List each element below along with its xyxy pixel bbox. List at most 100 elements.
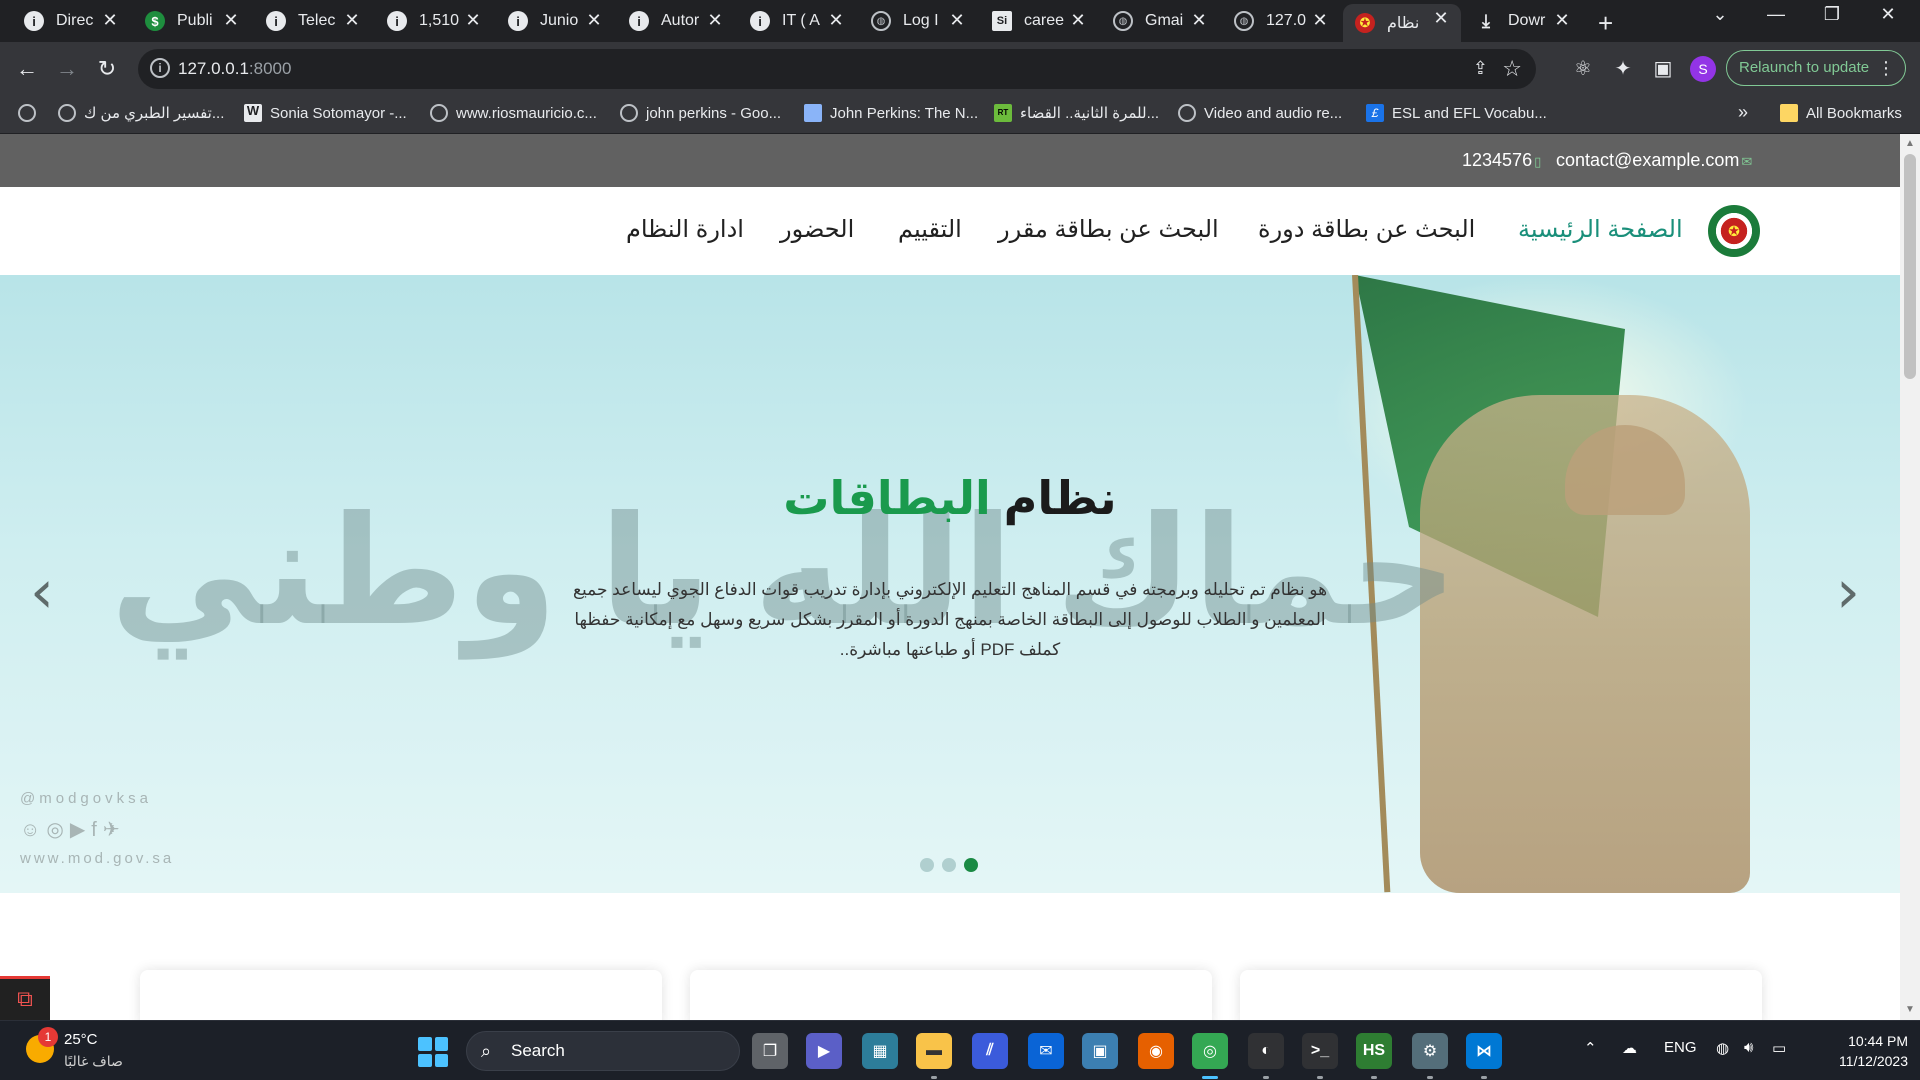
profile-avatar[interactable]: S bbox=[1690, 56, 1716, 82]
nav-evaluation[interactable]: التقييم bbox=[898, 215, 962, 244]
browser-tab[interactable]: ◍ Log I ✕ bbox=[859, 6, 977, 36]
laravel-debug-icon[interactable]: ⧉ bbox=[0, 976, 50, 1020]
browser-tab-active[interactable]: ✪ نظام ✕ bbox=[1343, 4, 1461, 42]
chrome-icon[interactable]: ◎ bbox=[1192, 1033, 1228, 1069]
close-tab-icon[interactable]: ✕ bbox=[1310, 10, 1330, 31]
browser-tab[interactable]: Si caree ✕ bbox=[980, 6, 1098, 36]
close-window-button[interactable]: ✕ bbox=[1868, 4, 1908, 25]
volume-icon[interactable]: 🔊︎ bbox=[1744, 1039, 1753, 1056]
nav-course-card-search[interactable]: البحث عن بطاقة دورة bbox=[1258, 215, 1475, 244]
browser-tab[interactable]: i Telec ✕ bbox=[254, 6, 372, 36]
bookmark-item[interactable]: W Sonia Sotomayor -... bbox=[244, 104, 407, 122]
bookmarks-overflow-icon[interactable]: » bbox=[1738, 102, 1748, 123]
close-tab-icon[interactable]: ✕ bbox=[342, 10, 362, 31]
mail-icon[interactable]: ✉ bbox=[1028, 1033, 1064, 1069]
browser-tab[interactable]: i Autor ✕ bbox=[617, 6, 735, 36]
back-button[interactable]: ← bbox=[12, 54, 42, 84]
share-icon[interactable]: ⇪ bbox=[1473, 58, 1488, 79]
close-tab-icon[interactable]: ✕ bbox=[1552, 10, 1572, 31]
browser-tab[interactable]: i Direc ✕ bbox=[12, 6, 130, 36]
teams-icon[interactable]: ▶ bbox=[806, 1033, 842, 1069]
browser-tab[interactable]: ⤓ Dowr ✕ bbox=[1464, 6, 1582, 36]
scroll-up-icon[interactable]: ▲ bbox=[1905, 138, 1915, 149]
task-view-icon[interactable]: ❐ bbox=[752, 1033, 788, 1069]
browser-tab[interactable]: i IT ( A ✕ bbox=[738, 6, 856, 36]
terminal-icon[interactable]: >_ bbox=[1302, 1033, 1338, 1069]
browser-tab[interactable]: ◍ Gmai ✕ bbox=[1101, 6, 1219, 36]
weather-temperature[interactable]: 25°C bbox=[64, 1031, 98, 1048]
settings-gear-icon[interactable]: ⚙ bbox=[1412, 1033, 1448, 1069]
taskbar-search[interactable]: ⌕ Search bbox=[466, 1031, 740, 1071]
menu-kebab-icon[interactable]: ⋮ bbox=[1877, 51, 1895, 85]
nav-attendance[interactable]: الحضور bbox=[780, 215, 854, 244]
url-text[interactable]: 127.0.0.1:8000 bbox=[178, 59, 291, 79]
network-warning-icon[interactable]: ☁ bbox=[1622, 1039, 1637, 1057]
reload-button[interactable]: ↻ bbox=[92, 54, 122, 84]
browser-tab[interactable]: i 1,510 ✕ bbox=[375, 6, 493, 36]
file-explorer-icon[interactable]: ▬ bbox=[916, 1033, 952, 1069]
bookmark-item[interactable]: RT للمرة الثانية.. القضاء... bbox=[994, 104, 1159, 122]
close-tab-icon[interactable]: ✕ bbox=[584, 10, 604, 31]
nav-home[interactable]: الصفحة الرئيسية bbox=[1518, 215, 1683, 244]
browser-tab[interactable]: $ Publi ✕ bbox=[133, 6, 251, 36]
close-tab-icon[interactable]: ✕ bbox=[826, 10, 846, 31]
carousel-dot-active[interactable] bbox=[964, 858, 978, 872]
scroll-down-icon[interactable]: ▼ bbox=[1905, 1004, 1915, 1015]
obs-icon[interactable]: ◐ bbox=[1248, 1033, 1284, 1069]
site-logo[interactable]: ✪ bbox=[1708, 205, 1760, 257]
globe-network-icon[interactable]: ◍ bbox=[1716, 1039, 1729, 1057]
photos-icon[interactable]: ▣ bbox=[1082, 1033, 1118, 1069]
close-tab-icon[interactable]: ✕ bbox=[1068, 10, 1088, 31]
bookmark-item[interactable]: تفسير الطبري من ك... bbox=[58, 104, 224, 122]
close-tab-icon[interactable]: ✕ bbox=[1431, 8, 1451, 29]
scrollbar-thumb[interactable] bbox=[1904, 154, 1916, 379]
new-tab-button[interactable]: + bbox=[1598, 8, 1613, 39]
system-clock[interactable]: 10:44 PM 11/12/2023 bbox=[1808, 1031, 1908, 1071]
relaunch-update-button[interactable]: Relaunch to update ⋮ bbox=[1726, 50, 1906, 86]
all-bookmarks-button[interactable]: All Bookmarks bbox=[1780, 104, 1902, 122]
carousel-dot[interactable] bbox=[920, 858, 934, 872]
language-indicator[interactable]: ENG bbox=[1664, 1039, 1697, 1056]
close-tab-icon[interactable]: ✕ bbox=[221, 10, 241, 31]
close-tab-icon[interactable]: ✕ bbox=[100, 10, 120, 31]
maximize-button[interactable]: ❐ bbox=[1812, 4, 1852, 25]
firefox-icon[interactable]: ◉ bbox=[1138, 1033, 1174, 1069]
side-panel-icon[interactable]: ▣ bbox=[1650, 56, 1676, 81]
heidisql-icon[interactable]: HS bbox=[1356, 1033, 1392, 1069]
bookmark-item[interactable]: Video and audio re... bbox=[1178, 104, 1342, 122]
vscode-insiders-icon[interactable]: ⫽ bbox=[972, 1033, 1008, 1069]
close-tab-icon[interactable]: ✕ bbox=[1189, 10, 1209, 31]
site-info-icon[interactable]: i bbox=[150, 58, 170, 78]
carousel-prev-icon[interactable]: ‹ bbox=[30, 557, 54, 627]
react-extension-icon[interactable]: ⚛ bbox=[1570, 56, 1596, 81]
close-tab-icon[interactable]: ✕ bbox=[705, 10, 725, 31]
tab-search-icon[interactable]: ⌄ bbox=[1700, 4, 1740, 25]
carousel-next-icon[interactable]: › bbox=[1836, 557, 1860, 627]
forward-button[interactable]: → bbox=[52, 54, 82, 84]
minimize-button[interactable]: — bbox=[1756, 4, 1796, 25]
extensions-puzzle-icon[interactable]: ✦ bbox=[1610, 56, 1636, 81]
bookmark-item[interactable]: John Perkins: The N... bbox=[804, 104, 978, 122]
bookmark-item[interactable]: john perkins - Goo... bbox=[620, 104, 781, 122]
tray-overflow-icon[interactable]: ⌃ bbox=[1584, 1039, 1597, 1057]
bookmark-item[interactable]: £ ESL and EFL Vocabu... bbox=[1366, 104, 1547, 122]
bookmark-item[interactable] bbox=[18, 104, 44, 122]
browser-tab[interactable]: i Junio ✕ bbox=[496, 6, 614, 36]
contact-email[interactable]: contact@example.com ✉ bbox=[1556, 150, 1752, 171]
carousel-dot[interactable] bbox=[942, 858, 956, 872]
start-button[interactable] bbox=[418, 1037, 448, 1067]
vscode-icon[interactable]: ⋈ bbox=[1466, 1033, 1502, 1069]
close-tab-icon[interactable]: ✕ bbox=[463, 10, 483, 31]
bookmark-item[interactable]: www.riosmauricio.c... bbox=[430, 104, 597, 122]
page-scrollbar[interactable]: ▲ ▼ bbox=[1900, 134, 1920, 1020]
nav-admin[interactable]: ادارة النظام bbox=[626, 215, 744, 244]
address-bar[interactable]: i 127.0.0.1:8000 ⇪ ☆ bbox=[138, 49, 1536, 89]
nav-subject-card-search[interactable]: البحث عن بطاقة مقرر bbox=[998, 215, 1219, 244]
rt-icon: RT bbox=[994, 104, 1012, 122]
weather-condition[interactable]: صاف غالبًا bbox=[64, 1053, 123, 1070]
close-tab-icon[interactable]: ✕ bbox=[947, 10, 967, 31]
microsoft-store-icon[interactable]: ▦ bbox=[862, 1033, 898, 1069]
browser-tab[interactable]: ◍ 127.0 ✕ bbox=[1222, 6, 1340, 36]
battery-icon[interactable]: ▭ bbox=[1772, 1039, 1786, 1057]
bookmark-star-icon[interactable]: ☆ bbox=[1502, 56, 1522, 82]
